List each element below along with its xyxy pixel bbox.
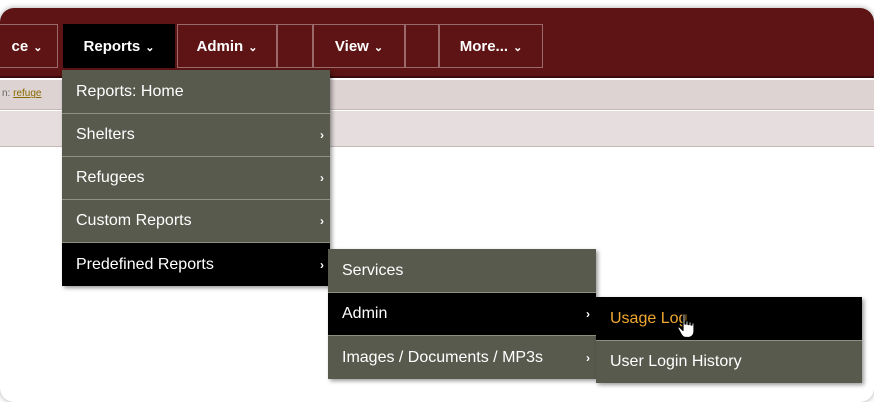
nav-item-label: Admin bbox=[196, 37, 244, 55]
nav-item-ce[interactable]: ce ⌄ bbox=[0, 24, 58, 68]
app-window: ce ⌄ Reports ⌄ Admin ⌄ View ⌄ More... ⌄ … bbox=[0, 8, 874, 402]
menu-item-label: User Login History bbox=[610, 353, 742, 370]
nav-item-label: View bbox=[334, 37, 369, 55]
hand-pointer-icon bbox=[677, 313, 695, 339]
chevron-right-icon: › bbox=[320, 128, 324, 142]
menu-item-label: Services bbox=[342, 261, 404, 279]
breadcrumb-prefix: n: bbox=[2, 88, 14, 99]
chevron-down-icon: ⌄ bbox=[373, 41, 384, 54]
menu-item-label: Refugees bbox=[76, 169, 145, 186]
menu-item-label: Custom Reports bbox=[76, 212, 192, 229]
menu-item-label: Predefined Reports bbox=[76, 255, 214, 273]
menu-item-predefined-reports[interactable]: Predefined Reports › bbox=[62, 242, 330, 286]
breadcrumb-link[interactable]: refuge bbox=[13, 88, 41, 99]
chevron-right-icon: › bbox=[586, 307, 590, 321]
chevron-right-icon: › bbox=[320, 257, 324, 272]
chevron-down-icon: ⌄ bbox=[145, 41, 155, 54]
menu-item-images-documents-mp3s[interactable]: Images / Documents / MP3s › bbox=[328, 335, 596, 379]
nav-item-label: ce bbox=[11, 37, 29, 55]
reports-dropdown-menu: Reports: Home Shelters › Refugees › Cust… bbox=[62, 70, 330, 286]
menu-item-label: Images / Documents / MP3s bbox=[342, 348, 543, 366]
nav-item-view[interactable]: View ⌄ bbox=[313, 24, 405, 68]
chevron-right-icon: › bbox=[586, 350, 590, 365]
menu-item-reports-home[interactable]: Reports: Home bbox=[62, 70, 330, 113]
chevron-down-icon: ⌄ bbox=[33, 41, 43, 54]
chevron-down-icon: ⌄ bbox=[513, 41, 523, 54]
menu-item-user-login-history[interactable]: User Login History bbox=[596, 340, 862, 383]
admin-submenu: Usage Log User Login History bbox=[596, 297, 862, 383]
predefined-reports-submenu: Services Admin › Images / Documents / MP… bbox=[328, 249, 596, 379]
menu-item-label: Shelters bbox=[76, 126, 135, 143]
menu-item-custom-reports[interactable]: Custom Reports › bbox=[62, 199, 330, 242]
chevron-right-icon: › bbox=[320, 171, 324, 185]
chevron-down-icon: ⌄ bbox=[248, 41, 258, 54]
menu-item-usage-log[interactable]: Usage Log bbox=[596, 297, 862, 340]
nav-item-blank-2[interactable] bbox=[405, 24, 439, 68]
nav-item-label: More... bbox=[459, 37, 509, 55]
menu-item-label: Reports: Home bbox=[76, 82, 184, 100]
chevron-right-icon: › bbox=[320, 214, 324, 228]
nav-item-blank-1[interactable] bbox=[277, 24, 313, 68]
menu-item-admin[interactable]: Admin › bbox=[328, 292, 596, 335]
nav-item-reports[interactable]: Reports ⌄ bbox=[63, 24, 175, 68]
nav-item-more[interactable]: More... ⌄ bbox=[439, 24, 543, 68]
nav-item-admin[interactable]: Admin ⌄ bbox=[177, 24, 277, 68]
menu-item-refugees[interactable]: Refugees › bbox=[62, 156, 330, 199]
menu-item-shelters[interactable]: Shelters › bbox=[62, 113, 330, 156]
top-navigation-bar: ce ⌄ Reports ⌄ Admin ⌄ View ⌄ More... ⌄ bbox=[0, 8, 874, 78]
menu-item-services[interactable]: Services bbox=[328, 249, 596, 292]
nav-item-label: Reports bbox=[83, 37, 141, 55]
menu-item-label: Admin bbox=[342, 305, 388, 322]
